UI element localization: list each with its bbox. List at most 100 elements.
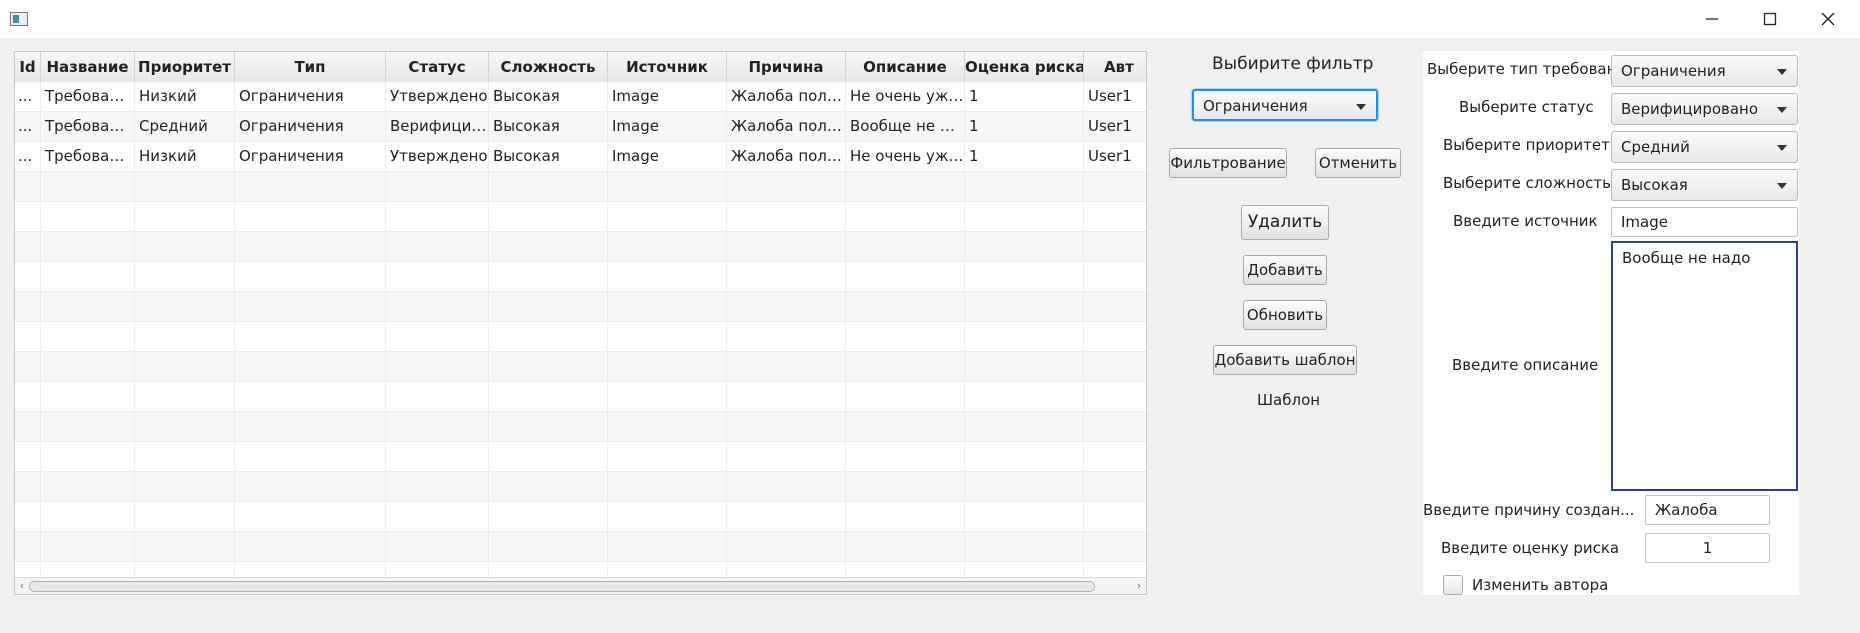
table-cell <box>41 322 135 351</box>
table-cell <box>727 352 846 381</box>
change-author-checkbox[interactable] <box>1443 575 1463 595</box>
table-cell: Жалоба польз... <box>727 142 846 171</box>
reason-input[interactable]: Жалоба пользо <box>1645 495 1770 547</box>
delete-button[interactable]: Удалить <box>1241 205 1329 240</box>
table-row[interactable]: ... Требование Низкий Ограничения Утверждено… <box>15 82 1146 112</box>
priority-select[interactable]: Средний <box>1611 131 1798 163</box>
close-button[interactable] <box>1799 0 1857 38</box>
requirement-form: Выберите тип требования Ограничения Выбе… <box>1423 51 1799 595</box>
risk-input[interactable]: 1 <box>1645 533 1770 563</box>
table-row[interactable] <box>15 442 1146 472</box>
column-header[interactable]: Авт <box>1084 52 1146 82</box>
table-cell: User1 <box>1084 112 1146 141</box>
table-row[interactable]: ... Требование Низкий Ограничения Утверждено… <box>15 142 1146 172</box>
table-cell: Не очень уж ... <box>846 82 965 111</box>
table-cell: 1 <box>965 142 1084 171</box>
type-select[interactable]: Ограничения <box>1611 55 1798 87</box>
table-row[interactable] <box>15 412 1146 442</box>
table-cell: Высокая <box>489 142 608 171</box>
table-row[interactable] <box>15 472 1146 502</box>
table-cell <box>15 322 41 351</box>
column-header[interactable]: Приоритет <box>135 52 235 82</box>
priority-label: Выберите приоритет <box>1443 136 1610 154</box>
table-cell <box>846 202 965 231</box>
table-cell: Image <box>608 112 727 141</box>
filter-select-value: Ограничения <box>1203 97 1308 115</box>
column-header[interactable]: Тип <box>235 52 386 82</box>
table-row[interactable] <box>15 322 1146 352</box>
complexity-select[interactable]: Высокая <box>1611 169 1798 201</box>
table-cell <box>1084 532 1146 561</box>
table-cell <box>965 382 1084 411</box>
source-input[interactable]: Image <box>1611 207 1798 237</box>
column-header[interactable]: Источник <box>608 52 727 82</box>
table-cell <box>386 352 489 381</box>
table-cell <box>15 232 41 261</box>
table-row[interactable] <box>15 262 1146 292</box>
column-header[interactable]: Описание <box>846 52 965 82</box>
filter-cancel-button[interactable]: Отменить <box>1315 148 1401 178</box>
table-cell <box>386 292 489 321</box>
table-row[interactable] <box>15 292 1146 322</box>
table-cell <box>386 412 489 441</box>
table-row[interactable] <box>15 502 1146 532</box>
column-header[interactable]: Сложность <box>489 52 608 82</box>
table-cell <box>41 412 135 441</box>
table-cell <box>1084 472 1146 501</box>
table-row[interactable] <box>15 202 1146 232</box>
table-cell <box>846 352 965 381</box>
add-button[interactable]: Добавить <box>1243 255 1327 285</box>
close-icon <box>1821 12 1835 26</box>
table-cell: Требование <box>41 112 135 141</box>
table-row[interactable] <box>15 352 1146 382</box>
table-cell <box>135 412 235 441</box>
table-cell <box>386 382 489 411</box>
table-row[interactable]: ... Требование Средний Ограничения Верифицир… <box>15 112 1146 142</box>
table-row[interactable] <box>15 232 1146 262</box>
maximize-button[interactable] <box>1741 0 1799 38</box>
table-cell <box>15 262 41 291</box>
table-cell: Требование <box>41 82 135 111</box>
table-cell <box>135 352 235 381</box>
column-header[interactable]: Статус <box>386 52 489 82</box>
scroll-left-icon[interactable]: ‹ <box>17 580 27 592</box>
table-cell <box>15 502 41 531</box>
table-cell: Утверждено <box>386 142 489 171</box>
table-cell <box>846 442 965 471</box>
table-cell <box>489 322 608 351</box>
type-select-value: Ограничения <box>1621 62 1726 80</box>
table-cell <box>15 382 41 411</box>
horizontal-scrollbar[interactable]: ‹ › <box>15 577 1146 594</box>
minimize-button[interactable] <box>1683 0 1741 38</box>
minimize-icon <box>1706 18 1718 20</box>
table-cell <box>608 532 727 561</box>
table-cell <box>235 262 386 291</box>
filter-apply-button[interactable]: Фильтрование <box>1169 148 1287 178</box>
column-header[interactable]: Id <box>15 52 41 82</box>
table-cell <box>235 442 386 471</box>
scrollbar-thumb[interactable] <box>29 581 1095 592</box>
requirements-table[interactable]: Id Название Приоритет Тип Статус Сложнос… <box>14 51 1147 595</box>
scroll-right-icon[interactable]: › <box>1134 580 1144 592</box>
table-cell <box>608 322 727 351</box>
table-cell: Жалоба польз... <box>727 82 846 111</box>
refresh-button[interactable]: Обновить <box>1243 300 1327 330</box>
description-textarea[interactable]: Вообще не надо <box>1611 241 1798 491</box>
table-cell <box>846 322 965 351</box>
table-cell <box>489 262 608 291</box>
table-cell <box>846 412 965 441</box>
table-row[interactable] <box>15 382 1146 412</box>
add-template-button[interactable]: Добавить шаблон <box>1213 345 1357 375</box>
status-select[interactable]: Верифицировано <box>1611 93 1798 125</box>
table-row[interactable] <box>15 532 1146 562</box>
table-cell: Image <box>608 142 727 171</box>
table-cell <box>727 532 846 561</box>
table-row[interactable] <box>15 172 1146 202</box>
column-header[interactable]: Название <box>41 52 135 82</box>
table-cell <box>1084 322 1146 351</box>
table-cell <box>965 472 1084 501</box>
column-header[interactable]: Оценка риска <box>965 52 1084 82</box>
filter-select[interactable]: Ограничения <box>1192 89 1378 121</box>
column-header[interactable]: Причина <box>727 52 846 82</box>
chevron-down-icon <box>1356 104 1366 110</box>
